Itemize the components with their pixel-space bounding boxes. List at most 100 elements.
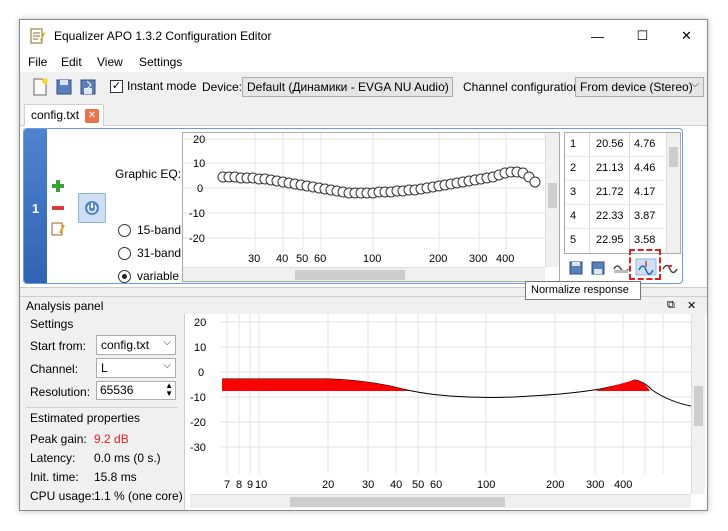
analysis-y-tick: 20 xyxy=(194,317,206,329)
settings-pane: Settings Start from: config.txt ⌵ Channe… xyxy=(20,314,185,510)
graphic-eq-label: Graphic EQ: xyxy=(115,167,182,181)
table-scrollbar[interactable] xyxy=(666,133,680,253)
stepper-arrows-icon[interactable]: ▲ ▼ xyxy=(165,382,173,398)
menu-view[interactable]: View xyxy=(97,55,123,69)
close-panel-icon[interactable]: ✕ xyxy=(687,299,696,312)
normalize-tooltip: Normalize response xyxy=(525,281,641,300)
add-filter-icon[interactable] xyxy=(51,179,65,193)
power-toggle[interactable] xyxy=(78,193,106,223)
row-frequency: 22.33 xyxy=(596,210,624,222)
menu-edit[interactable]: Edit xyxy=(61,55,82,69)
filter-row: 1 Graphic EQ: 15-band 31-band variable 2… xyxy=(23,128,683,284)
eq-y-tick: 0 xyxy=(197,183,203,195)
estimated-properties-header: Estimated properties xyxy=(30,411,141,425)
instant-mode-checkbox[interactable]: ✓ xyxy=(110,80,123,93)
tab-config[interactable]: config.txt ✕ xyxy=(24,104,104,126)
scroll-thumb[interactable] xyxy=(290,497,505,507)
start-from-value: config.txt xyxy=(101,338,150,352)
save-file-icon[interactable] xyxy=(78,77,98,97)
save-file-icon[interactable] xyxy=(590,260,606,276)
reset-response-icon[interactable] xyxy=(661,260,679,276)
close-tab-icon[interactable]: ✕ xyxy=(85,109,99,123)
eq-x-tick: 40 xyxy=(276,253,288,265)
analysis-x-tick: 40 xyxy=(390,479,402,491)
row-index: 2 xyxy=(570,162,577,174)
invert-response-icon[interactable] xyxy=(612,260,630,276)
eq-vertical-scrollbar[interactable] xyxy=(545,133,559,267)
analysis-x-tick: 300 xyxy=(586,479,604,491)
resolution-label: Resolution: xyxy=(30,385,91,399)
tab-label: config.txt xyxy=(31,108,80,122)
remove-filter-icon[interactable] xyxy=(51,201,65,215)
table-row[interactable]: 2 21.13 4.46 xyxy=(565,157,665,181)
close-button[interactable]: ✕ xyxy=(664,20,707,52)
cpu-usage-label: CPU usage: xyxy=(30,489,95,503)
device-select[interactable]: Default (Динамики - EVGA NU Audio) ⌵ xyxy=(242,77,453,97)
filter-index[interactable]: 1 xyxy=(24,129,47,283)
eq-graph[interactable]: 20 10 0 -10 -20 30 40 50 60 100 200 300 … xyxy=(182,132,560,282)
analysis-panel-title: Analysis panel xyxy=(26,299,104,313)
float-panel-icon[interactable]: ⧉ xyxy=(667,299,675,312)
analysis-y-tick: 10 xyxy=(194,342,206,354)
edit-filter-icon[interactable] xyxy=(51,222,65,236)
new-file-icon[interactable] xyxy=(30,77,50,97)
analysis-x-tick: 100 xyxy=(477,479,495,491)
filter-area: 1 Graphic EQ: 15-band 31-band variable 2… xyxy=(20,126,707,288)
scroll-thumb[interactable] xyxy=(548,183,557,208)
band-table[interactable]: 1 20.56 4.76 2 21.13 4.46 3 21.72 4.17 4… xyxy=(564,132,681,254)
row-index: 3 xyxy=(570,186,577,198)
power-icon xyxy=(85,201,99,215)
row-frequency: 21.13 xyxy=(596,162,624,174)
eq-x-tick: 300 xyxy=(469,253,487,265)
scroll-thumb[interactable] xyxy=(295,270,405,280)
title-bar: Equalizer APO 1.3.2 Configuration Editor… xyxy=(20,20,707,52)
eq-x-tick: 100 xyxy=(363,253,381,265)
eq-horizontal-scrollbar[interactable] xyxy=(183,267,545,281)
row-frequency: 20.56 xyxy=(596,138,624,150)
open-file-icon[interactable] xyxy=(568,260,584,276)
eq-y-tick: 10 xyxy=(193,158,205,170)
table-row[interactable]: 1 20.56 4.76 xyxy=(565,133,665,157)
menu-settings[interactable]: Settings xyxy=(139,55,182,69)
channel-select[interactable]: L ⌵ xyxy=(96,358,176,378)
scroll-thumb[interactable] xyxy=(694,386,703,426)
table-row[interactable]: 3 21.72 4.17 xyxy=(565,181,665,205)
analysis-x-tick: 400 xyxy=(614,479,632,491)
analysis-x-tick: 60 xyxy=(430,479,442,491)
analysis-horizontal-scrollbar[interactable] xyxy=(190,494,691,508)
channel-config-select[interactable]: From device (Stereo) ⌵ xyxy=(575,77,704,97)
maximize-button[interactable]: ☐ xyxy=(620,20,665,52)
open-file-icon[interactable] xyxy=(54,77,74,97)
chevron-down-icon: ⌵ xyxy=(163,337,171,348)
chevron-down-icon: ⌵ xyxy=(163,360,171,371)
analysis-y-tick: -30 xyxy=(190,442,206,454)
analysis-graph[interactable]: 20 10 0 -10 -20 -30 7 8 9 10 20 30 40 50… xyxy=(190,314,707,510)
peak-gain-value: 9.2 dB xyxy=(94,432,129,446)
eq-graph-plot[interactable]: 20 10 0 -10 -20 30 40 50 60 100 200 300 … xyxy=(183,133,545,267)
start-from-select[interactable]: config.txt ⌵ xyxy=(96,335,176,355)
radio-31-band[interactable] xyxy=(118,247,131,260)
menu-file[interactable]: File xyxy=(28,55,47,69)
device-select-value: Default (Динамики - EVGA NU Audio) xyxy=(247,80,449,94)
analysis-vertical-scrollbar[interactable] xyxy=(691,314,705,494)
radio-15-band[interactable] xyxy=(118,224,131,237)
resolution-value: 65536 xyxy=(100,383,134,397)
device-label: Device: xyxy=(202,80,243,94)
app-window: Equalizer APO 1.3.2 Configuration Editor… xyxy=(19,19,708,511)
table-row[interactable]: 4 22.33 3.87 xyxy=(565,205,665,229)
minimize-button[interactable]: — xyxy=(575,20,620,52)
app-icon xyxy=(30,28,45,44)
eq-x-tick: 400 xyxy=(496,253,514,265)
scroll-thumb[interactable] xyxy=(669,147,678,167)
resolution-stepper[interactable]: 65536 ▲ ▼ xyxy=(96,381,176,400)
eq-x-tick: 30 xyxy=(248,253,260,265)
chevron-down-icon: ⌵ xyxy=(440,79,448,90)
radio-variable[interactable] xyxy=(118,270,131,283)
analysis-x-tick: 10 xyxy=(255,479,267,491)
eq-y-tick: -10 xyxy=(189,208,205,220)
analysis-graph-plot[interactable]: 20 10 0 -10 -20 -30 7 8 9 10 20 30 40 50… xyxy=(190,314,691,494)
analysis-y-tick: -10 xyxy=(190,392,206,404)
channel-config-value: From device (Stereo) xyxy=(580,80,693,94)
window-title: Equalizer APO 1.3.2 Configuration Editor xyxy=(54,29,272,43)
highlight-box xyxy=(629,249,661,280)
